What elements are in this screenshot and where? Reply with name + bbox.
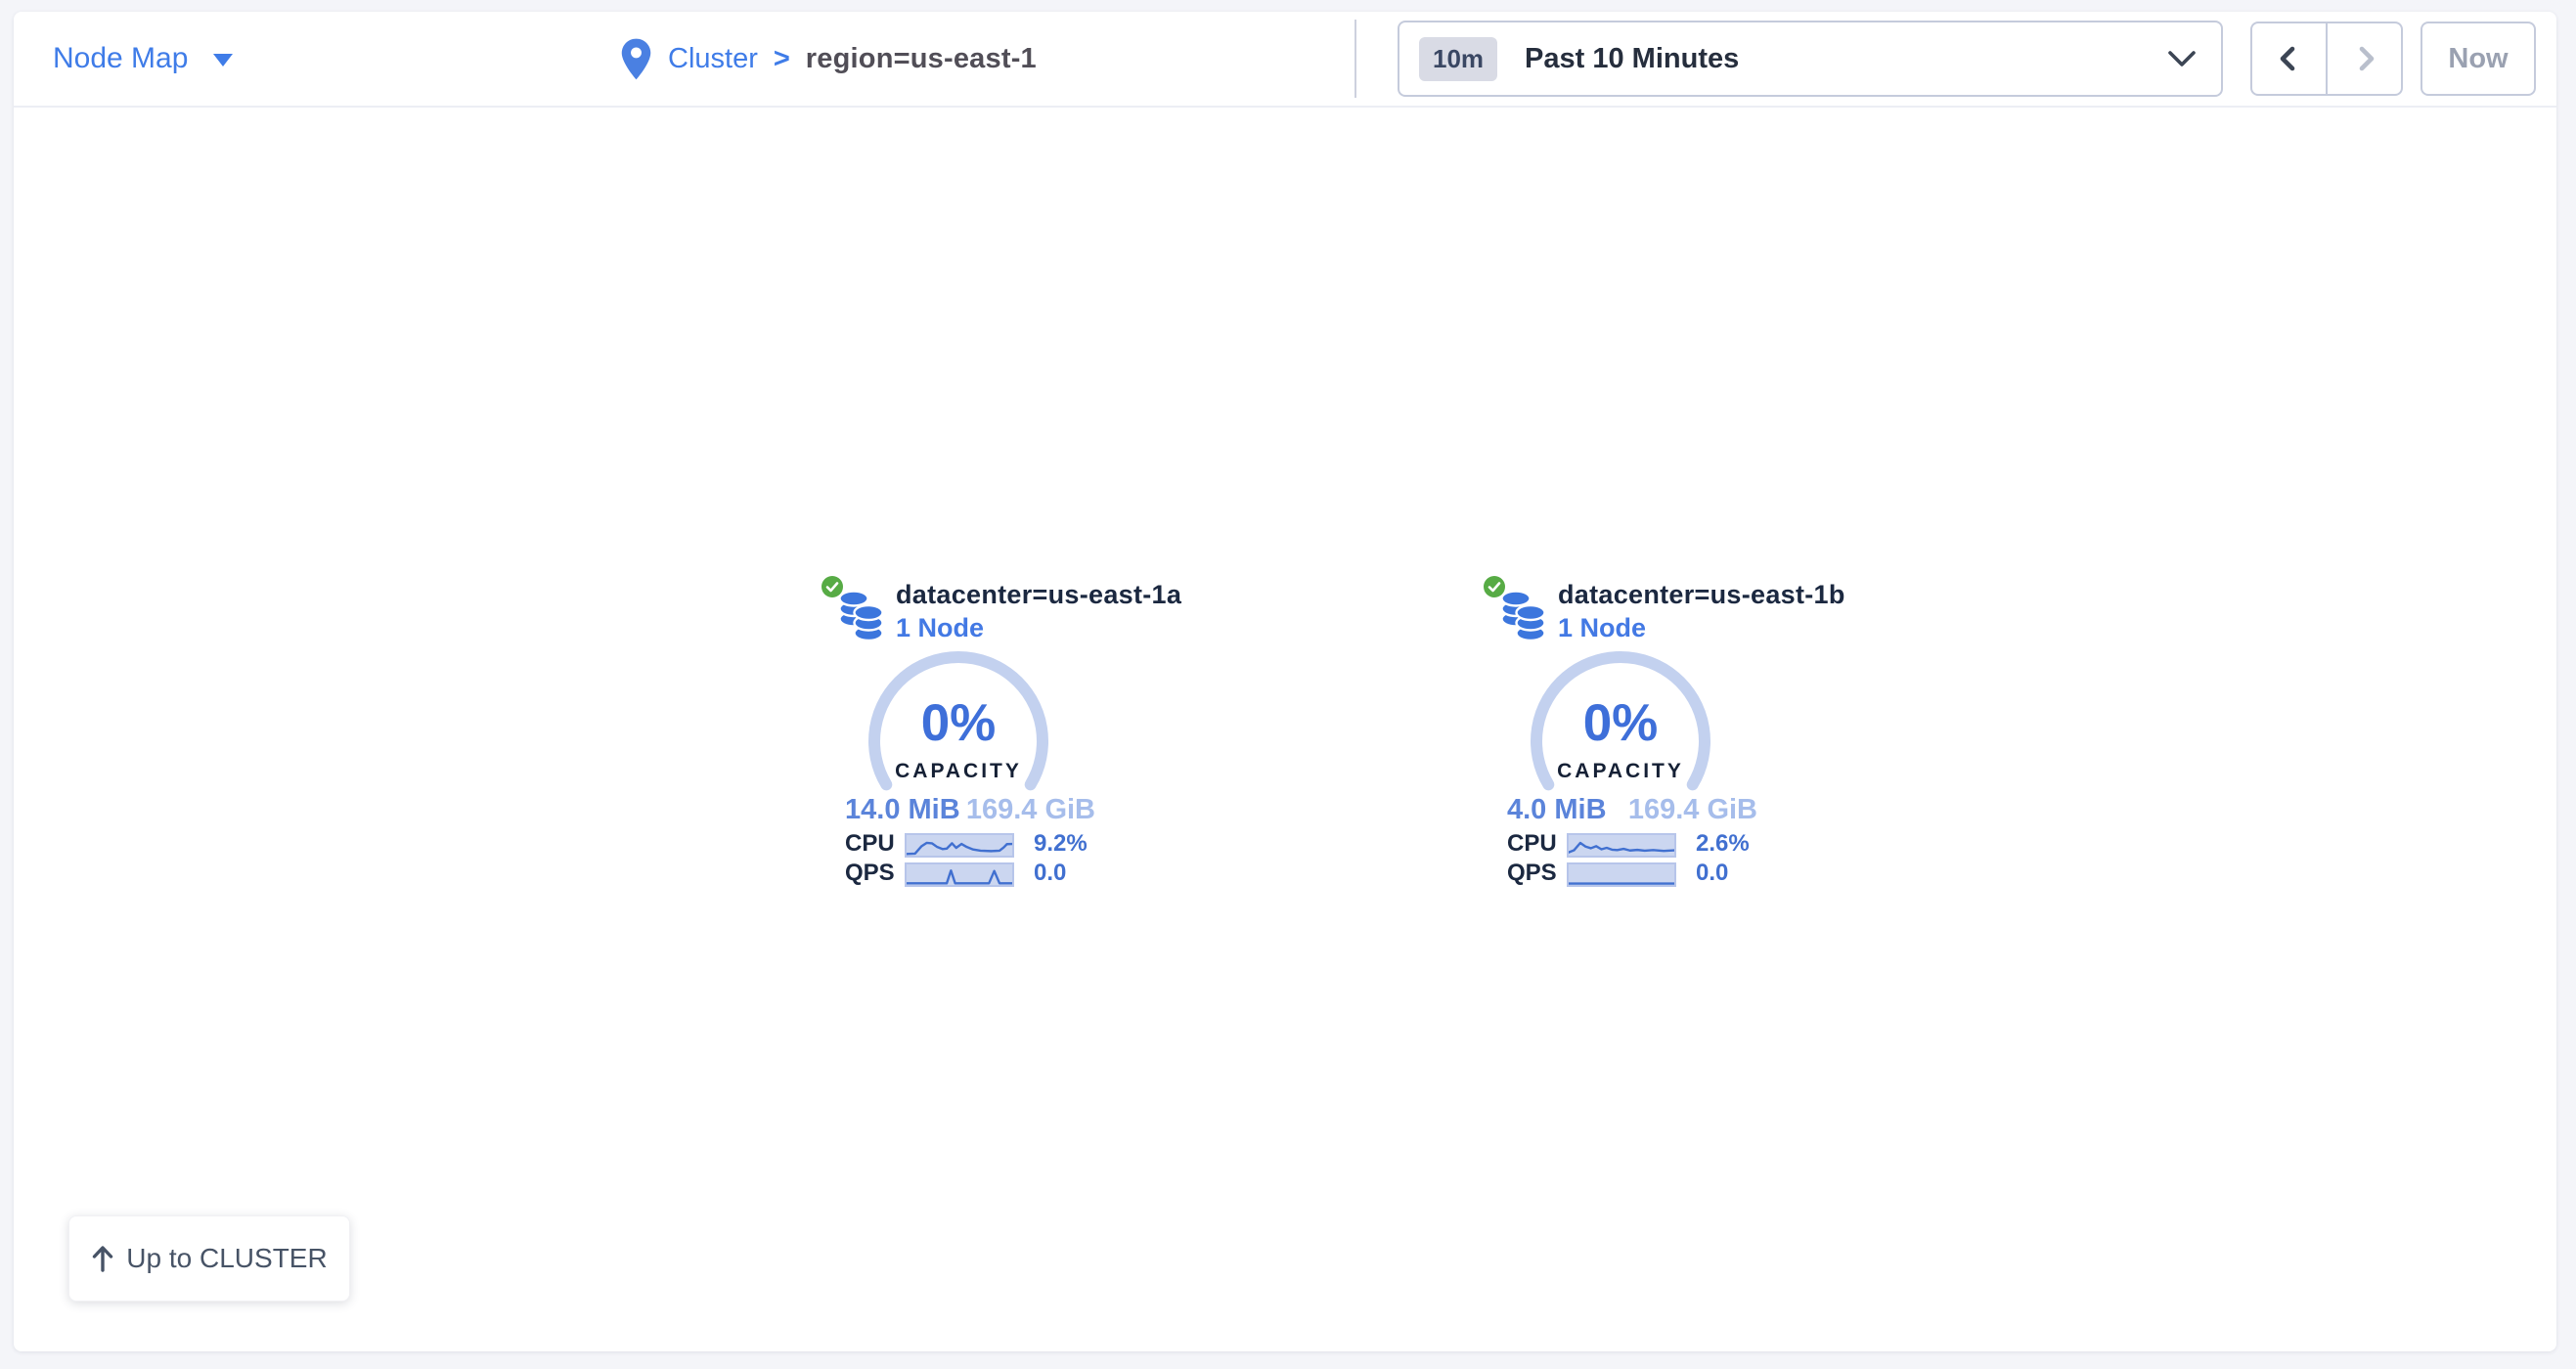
now-button[interactable]: Now (2421, 22, 2536, 96)
qps-value: 0.0 (1034, 861, 1066, 886)
capacity-percent: 0% (1515, 698, 1726, 749)
view-selector-label: Node Map (53, 42, 188, 75)
top-bar: Node Map Cluster > region=us-east-1 10m … (14, 12, 2556, 108)
cpu-value: 2.6% (1696, 831, 1750, 857)
time-forward-button[interactable] (2326, 23, 2401, 94)
time-range-badge: 10m (1419, 37, 1497, 81)
cpu-sparkline (905, 833, 1014, 858)
capacity-percent: 0% (853, 698, 1064, 749)
console-sheet: Node Map Cluster > region=us-east-1 10m … (14, 12, 2556, 1351)
time-nav-group (2250, 22, 2403, 96)
caret-down-icon (213, 54, 233, 66)
qps-value: 0.0 (1696, 861, 1728, 886)
capacity-total: 169.4 GiB (966, 794, 1095, 826)
qps-label: QPS (1507, 861, 1550, 886)
breadcrumb: Cluster > region=us-east-1 (620, 12, 1037, 106)
breadcrumb-cluster-link[interactable]: Cluster (668, 43, 758, 75)
up-to-cluster-label: Up to CLUSTER (126, 1243, 327, 1274)
capacity-caption: CAPACITY (1515, 760, 1726, 783)
breadcrumb-separator: > (774, 43, 790, 75)
cpu-value: 9.2% (1034, 831, 1088, 857)
cpu-label: CPU (1507, 831, 1550, 857)
qps-sparkline (905, 862, 1014, 887)
capacity-total: 169.4 GiB (1628, 794, 1757, 826)
capacity-used: 14.0 MiB (845, 794, 960, 826)
arrow-up-icon (91, 1245, 114, 1272)
qps-label: QPS (845, 861, 888, 886)
datacenter-stack-icon (1499, 590, 1546, 642)
locality-card-us-east-1a[interactable]: datacenter=us-east-1a 1 Node 0% CAPACITY… (822, 572, 1105, 909)
locality-card-us-east-1b[interactable]: datacenter=us-east-1b 1 Node 0% CAPACITY… (1484, 572, 1767, 909)
locality-title: datacenter=us-east-1a (896, 580, 1181, 610)
chevron-right-icon (2349, 43, 2380, 74)
cpu-label: CPU (845, 831, 888, 857)
locality-title: datacenter=us-east-1b (1558, 580, 1845, 610)
time-range-label: Past 10 Minutes (1525, 43, 2168, 75)
chevron-down-icon (2168, 50, 2196, 67)
qps-sparkline (1567, 862, 1676, 887)
chevron-left-icon (2274, 43, 2305, 74)
location-pin-icon (620, 37, 652, 81)
datacenter-stack-icon (837, 590, 884, 642)
breadcrumb-current: region=us-east-1 (806, 43, 1037, 75)
view-selector-dropdown[interactable]: Node Map (53, 12, 233, 106)
topbar-divider (1355, 20, 1356, 98)
node-map-page: { "header": { "view_selector": { "label"… (0, 0, 2576, 1369)
time-back-button[interactable] (2252, 23, 2326, 94)
cpu-sparkline (1567, 833, 1676, 858)
up-to-cluster-button[interactable]: Up to CLUSTER (68, 1215, 350, 1302)
capacity-caption: CAPACITY (853, 760, 1064, 783)
time-range-dropdown[interactable]: 10m Past 10 Minutes (1398, 21, 2223, 97)
capacity-used: 4.0 MiB (1507, 794, 1607, 826)
